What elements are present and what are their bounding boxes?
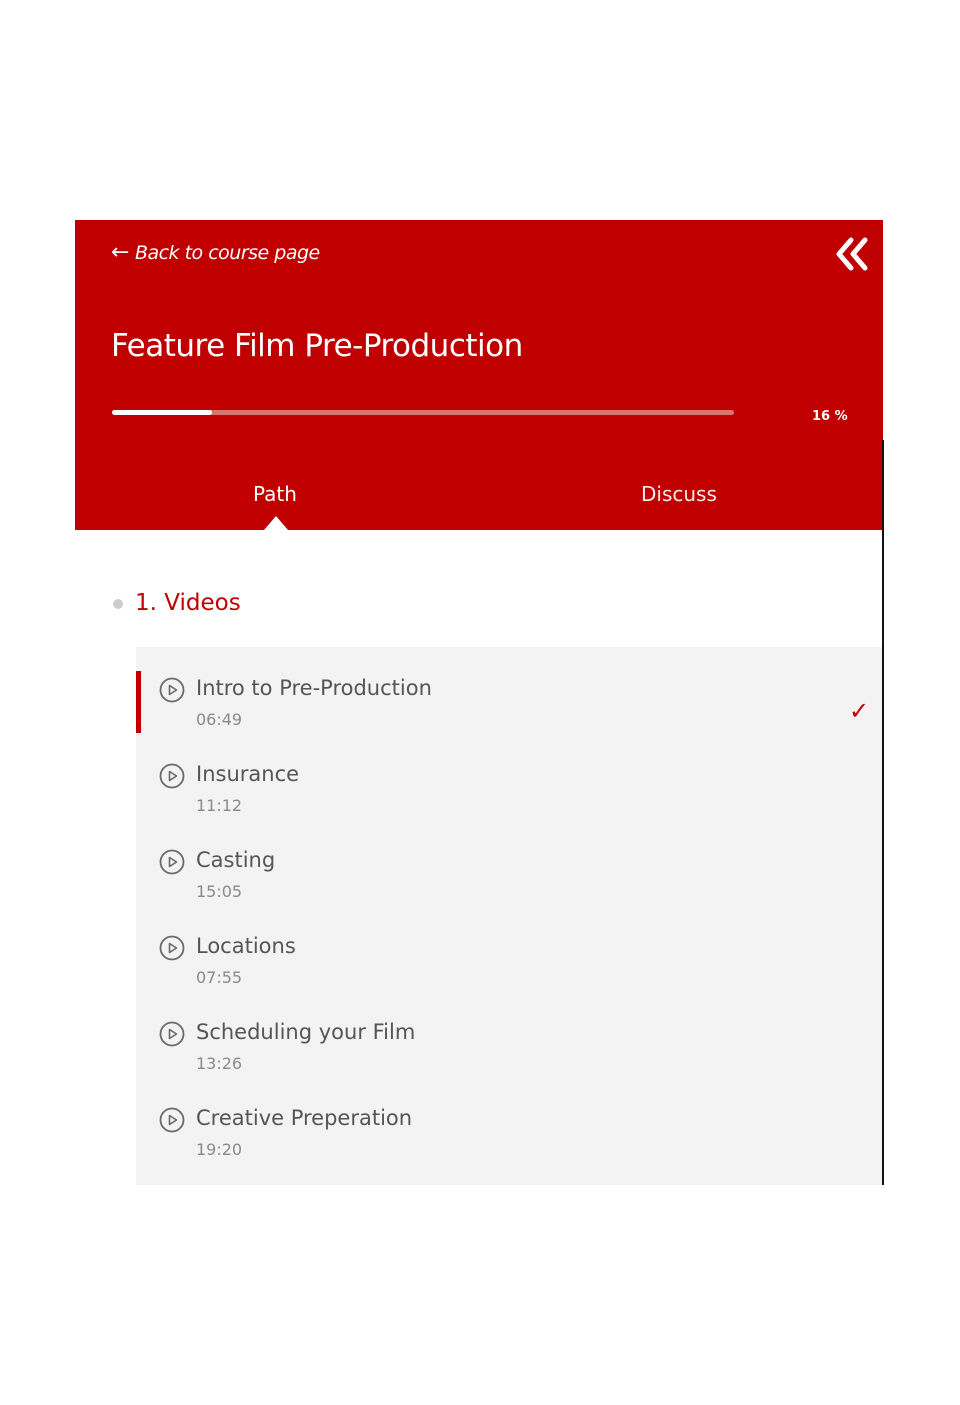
- active-lesson-indicator: [136, 671, 141, 733]
- back-to-course-link[interactable]: ← Back to course page: [111, 240, 320, 265]
- play-circle-icon: [159, 1021, 185, 1047]
- lesson-item[interactable]: Creative Preperation 19:20: [136, 1077, 883, 1159]
- active-tab-indicator: [264, 516, 288, 530]
- lesson-title: Creative Preperation: [196, 1106, 413, 1130]
- tab-path[interactable]: Path: [253, 482, 297, 506]
- lesson-item[interactable]: Casting 15:05: [136, 819, 883, 901]
- lesson-duration: 07:55: [196, 968, 243, 987]
- play-circle-icon: [159, 1107, 185, 1133]
- play-circle-icon: [159, 677, 185, 703]
- lesson-duration: 06:49: [196, 710, 243, 729]
- lesson-title: Scheduling your Film: [196, 1020, 416, 1044]
- collapse-sidebar-button[interactable]: [833, 234, 873, 274]
- lesson-duration: 13:26: [196, 1054, 243, 1073]
- lesson-title: Casting: [196, 848, 276, 872]
- course-progress-bar: [112, 410, 734, 415]
- section-title[interactable]: 1. Videos: [135, 590, 241, 616]
- lesson-duration: 15:05: [196, 882, 243, 901]
- lesson-title: Locations: [196, 934, 296, 958]
- section-status-dot: [113, 599, 123, 609]
- lesson-item[interactable]: Scheduling your Film 13:26: [136, 991, 883, 1073]
- lesson-item[interactable]: Locations 07:55: [136, 905, 883, 987]
- lesson-duration: 11:12: [196, 796, 243, 815]
- lesson-title: Intro to Pre-Production: [196, 676, 432, 700]
- panel-right-border: [882, 440, 884, 1185]
- lesson-item[interactable]: Intro to Pre-Production 06:49 ✓: [136, 647, 883, 733]
- tab-discuss[interactable]: Discuss: [641, 482, 717, 506]
- checkmark-icon: ✓: [849, 697, 870, 725]
- play-circle-icon: [159, 849, 185, 875]
- double-chevron-left-icon: [836, 237, 868, 271]
- course-title: Feature Film Pre-Production: [111, 328, 523, 364]
- screen: ← Back to course page Feature Film Pre-P…: [0, 0, 960, 1405]
- course-progress-fill: [112, 410, 212, 415]
- back-link-label: Back to course page: [134, 242, 320, 264]
- course-sidebar-panel: ← Back to course page Feature Film Pre-P…: [75, 220, 883, 1185]
- lesson-duration: 19:20: [196, 1140, 243, 1159]
- course-header: ← Back to course page Feature Film Pre-P…: [75, 220, 883, 530]
- play-circle-icon: [159, 935, 185, 961]
- arrow-left-icon: ←: [111, 240, 129, 265]
- play-circle-icon: [159, 763, 185, 789]
- lesson-list: Intro to Pre-Production 06:49 ✓ Insurance 11…: [136, 647, 883, 1185]
- lesson-title: Insurance: [196, 762, 300, 786]
- lesson-item[interactable]: Insurance 11:12: [136, 733, 883, 815]
- course-progress-label: 16 %: [812, 409, 848, 424]
